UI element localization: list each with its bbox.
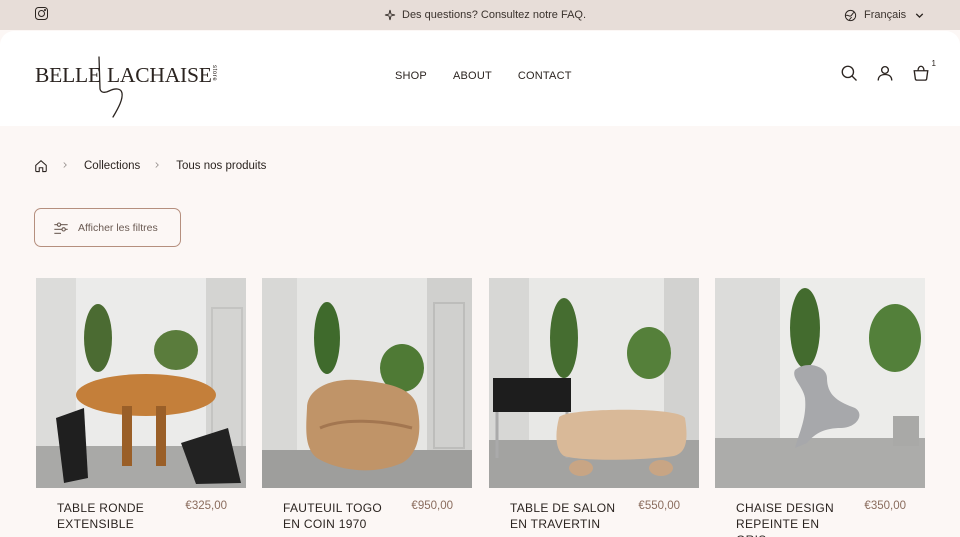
home-icon[interactable]: [34, 159, 48, 173]
product-image[interactable]: [36, 278, 246, 488]
breadcrumb-current: Tous nos produits: [176, 160, 267, 172]
nav-shop[interactable]: SHOP: [395, 70, 427, 82]
language-selector[interactable]: Français: [844, 0, 926, 30]
main-nav: SHOP ABOUT CONTACT: [395, 31, 572, 121]
cart-count-badge: 1: [931, 59, 936, 68]
product-image[interactable]: [715, 278, 925, 488]
announcement-bar: Des questions? Consultez notre FAQ. Fran…: [0, 0, 960, 30]
logo-text-right: LACHAISE: [107, 63, 212, 87]
faq-message[interactable]: Des questions? Consultez notre FAQ.: [384, 0, 586, 30]
globe-icon: [844, 9, 857, 21]
product-info: CHAISE DESIGN REPEINTE EN GRIS €350,00: [736, 500, 906, 537]
site-logo[interactable]: BELLE LACHAISE store: [35, 55, 225, 120]
filter-icon: [54, 221, 68, 234]
chevron-right-icon: [60, 160, 72, 172]
product-price: €550,00: [638, 500, 680, 512]
instagram-icon[interactable]: [35, 7, 48, 20]
account-button[interactable]: [876, 64, 894, 82]
chevron-down-icon: [915, 12, 924, 18]
breadcrumb: Collections Tous nos produits: [34, 158, 266, 174]
chevron-right-icon: [152, 160, 164, 172]
sparkle-icon: [384, 9, 396, 21]
search-button[interactable]: [840, 64, 858, 82]
product-price: €350,00: [864, 500, 906, 512]
language-label: Français: [864, 9, 907, 21]
cart-button[interactable]: 1: [912, 59, 936, 82]
logo-text-left: BELLE: [35, 63, 101, 87]
breadcrumb-collections[interactable]: Collections: [84, 160, 140, 172]
product-name[interactable]: CHAISE DESIGN REPEINTE EN GRIS: [736, 500, 846, 537]
product-price: €950,00: [411, 500, 453, 512]
product-card[interactable]: TABLE RONDE EXTENSIBLE €325,00: [36, 278, 246, 531]
round-table-photo: [36, 278, 246, 488]
travertine-table-photo: [489, 278, 699, 488]
product-image[interactable]: [262, 278, 472, 488]
product-price: €325,00: [185, 500, 227, 512]
product-info: FAUTEUIL TOGO EN COIN 1970 €950,00: [283, 500, 453, 532]
product-info: TABLE RONDE EXTENSIBLE €325,00: [57, 500, 227, 532]
product-card[interactable]: CHAISE DESIGN REPEINTE EN GRIS €350,00: [715, 278, 925, 537]
product-card[interactable]: FAUTEUIL TOGO EN COIN 1970 €950,00: [262, 278, 472, 531]
design-chair-photo: [715, 278, 925, 488]
product-info: TABLE DE SALON EN TRAVERTIN €550,00: [510, 500, 680, 532]
show-filters-button[interactable]: Afficher les filtres: [34, 208, 181, 247]
logo-tag: store: [211, 65, 217, 82]
product-name[interactable]: TABLE DE SALON EN TRAVERTIN: [510, 500, 620, 532]
nav-about[interactable]: ABOUT: [453, 70, 492, 82]
togo-armchair-photo: [262, 278, 472, 488]
header-actions: 1: [840, 59, 936, 82]
announcement-text: Des questions? Consultez notre FAQ.: [402, 9, 587, 21]
product-name[interactable]: FAUTEUIL TOGO EN COIN 1970: [283, 500, 393, 532]
site-header: BELLE LACHAISE store SHOP ABOUT CONTACT …: [0, 31, 960, 126]
filters-label: Afficher les filtres: [78, 221, 158, 234]
product-card[interactable]: TABLE DE SALON EN TRAVERTIN €550,00: [489, 278, 699, 531]
account-icon: [877, 65, 893, 81]
product-name[interactable]: TABLE RONDE EXTENSIBLE: [57, 500, 167, 532]
cart-icon: [913, 65, 929, 81]
search-icon: [841, 65, 857, 81]
product-image[interactable]: [489, 278, 699, 488]
nav-contact[interactable]: CONTACT: [518, 70, 572, 82]
